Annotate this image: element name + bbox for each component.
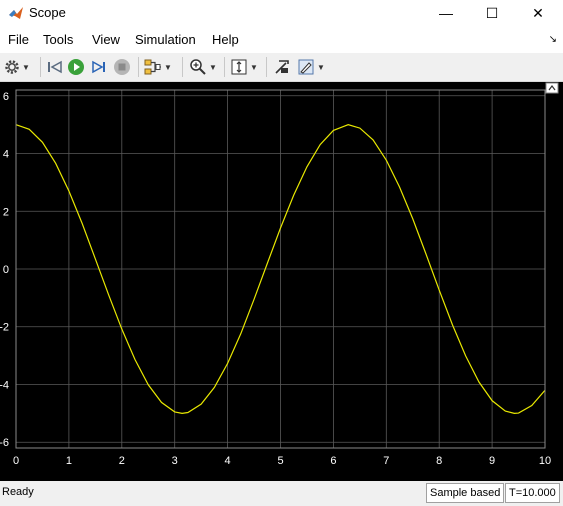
signal-selector-icon (144, 59, 161, 75)
scope-display[interactable]: 0 1 2 3 4 5 6 7 8 9 10 -6 -4 -2 0 2 4 6 (0, 82, 563, 481)
run-button[interactable] (67, 56, 85, 78)
status-ready-text: Ready (2, 486, 34, 498)
step-back-button[interactable] (46, 56, 64, 78)
toolbar-separator (40, 57, 41, 77)
x-tick-label: 10 (539, 455, 551, 467)
x-tick-label: 4 (225, 455, 231, 467)
zoom-button[interactable]: ▼ (189, 56, 217, 78)
close-button[interactable]: ✕ (515, 0, 561, 26)
x-tick-label: 7 (383, 455, 389, 467)
title-bar: Scope — ☐ ✕ (0, 0, 563, 26)
toolbar-separator (224, 57, 225, 77)
status-bar: Ready Sample based T=10.000 (0, 481, 563, 506)
y-tick-label: -4 (0, 379, 9, 391)
stop-button[interactable] (113, 56, 131, 78)
highlight-simulink-block-icon (275, 60, 289, 74)
simulation-time: T=10.000 (505, 483, 560, 503)
menu-bar: File Tools View Simulation Help ↘ (0, 26, 563, 53)
toolbar-separator (138, 57, 139, 77)
y-tick-label: 0 (3, 264, 9, 276)
autoscale-icon (231, 59, 247, 75)
maximize-icon: ☐ (485, 4, 499, 21)
window-title: Scope (29, 5, 66, 20)
y-tick-label: 6 (3, 91, 9, 103)
expand-legend-button[interactable] (545, 82, 559, 94)
style-icon (298, 59, 314, 75)
x-tick-label: 8 (436, 455, 442, 467)
menu-tools[interactable]: Tools (43, 32, 73, 47)
autoscale-button[interactable]: ▼ (230, 56, 258, 78)
toolbar-separator (182, 57, 183, 77)
matlab-icon (9, 7, 23, 19)
chevron-down-icon: ▼ (209, 62, 217, 72)
x-tick-label: 2 (119, 455, 125, 467)
x-tick-label: 0 (13, 455, 19, 467)
close-icon: ✕ (532, 4, 544, 21)
toolbar-separator (266, 57, 267, 77)
step-forward-icon (92, 60, 105, 74)
chevron-down-icon: ▼ (317, 62, 325, 72)
menu-view[interactable]: View (92, 32, 120, 47)
y-tick-label: -6 (0, 437, 9, 449)
minimize-button[interactable]: — (423, 0, 469, 26)
y-tick-label: 4 (3, 149, 9, 161)
y-tick-label: -2 (0, 322, 9, 334)
x-tick-label: 9 (489, 455, 495, 467)
menu-simulation[interactable]: Simulation (135, 32, 196, 47)
chevron-down-icon: ▼ (164, 62, 172, 72)
signal-selector-button[interactable]: ▼ (144, 56, 172, 78)
chevron-down-icon: ▼ (22, 62, 30, 72)
stop-icon (114, 59, 130, 75)
scope-plot[interactable]: 0 1 2 3 4 5 6 7 8 9 10 -6 -4 -2 0 2 4 6 (0, 82, 563, 481)
y-tick-label: 2 (3, 206, 9, 218)
chevron-down-icon: ▼ (250, 62, 258, 72)
x-tick-label: 1 (66, 455, 72, 467)
toolbar: ▼ ▼ ▼ ▼ ▼ (0, 53, 563, 82)
highlight-block-button[interactable] (273, 56, 291, 78)
sample-mode-indicator: Sample based (426, 483, 505, 503)
step-back-icon (48, 60, 62, 74)
run-icon (68, 59, 84, 75)
zoom-in-icon (190, 59, 206, 75)
gear-icon (5, 60, 19, 74)
dock-arrow-icon[interactable]: ↘ (549, 34, 557, 45)
style-button[interactable]: ▼ (297, 56, 325, 78)
x-tick-label: 3 (172, 455, 178, 467)
menu-file[interactable]: File (8, 32, 29, 47)
minimize-icon: — (439, 5, 453, 21)
menu-help[interactable]: Help (212, 32, 239, 47)
x-tick-label: 5 (277, 455, 283, 467)
x-tick-label: 6 (330, 455, 336, 467)
step-forward-button[interactable] (90, 56, 108, 78)
configuration-properties-button[interactable]: ▼ (4, 56, 30, 78)
maximize-button[interactable]: ☐ (469, 0, 515, 26)
